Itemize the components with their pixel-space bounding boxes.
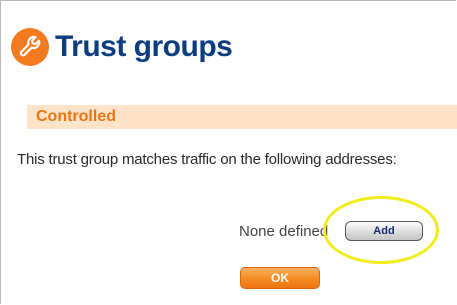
dialog-panel: Trust groups Controlled This trust group… (0, 0, 457, 304)
page-header: Trust groups (11, 27, 233, 67)
section-title: Controlled (36, 108, 116, 125)
ok-button[interactable]: OK (240, 267, 320, 289)
section-header: Controlled (27, 105, 457, 129)
page-title: Trust groups (55, 30, 233, 63)
section-description: This trust group matches traffic on the … (17, 151, 397, 168)
add-button[interactable]: Add (345, 221, 423, 241)
empty-state-text: None defined (239, 223, 329, 240)
wrench-icon (11, 28, 49, 66)
